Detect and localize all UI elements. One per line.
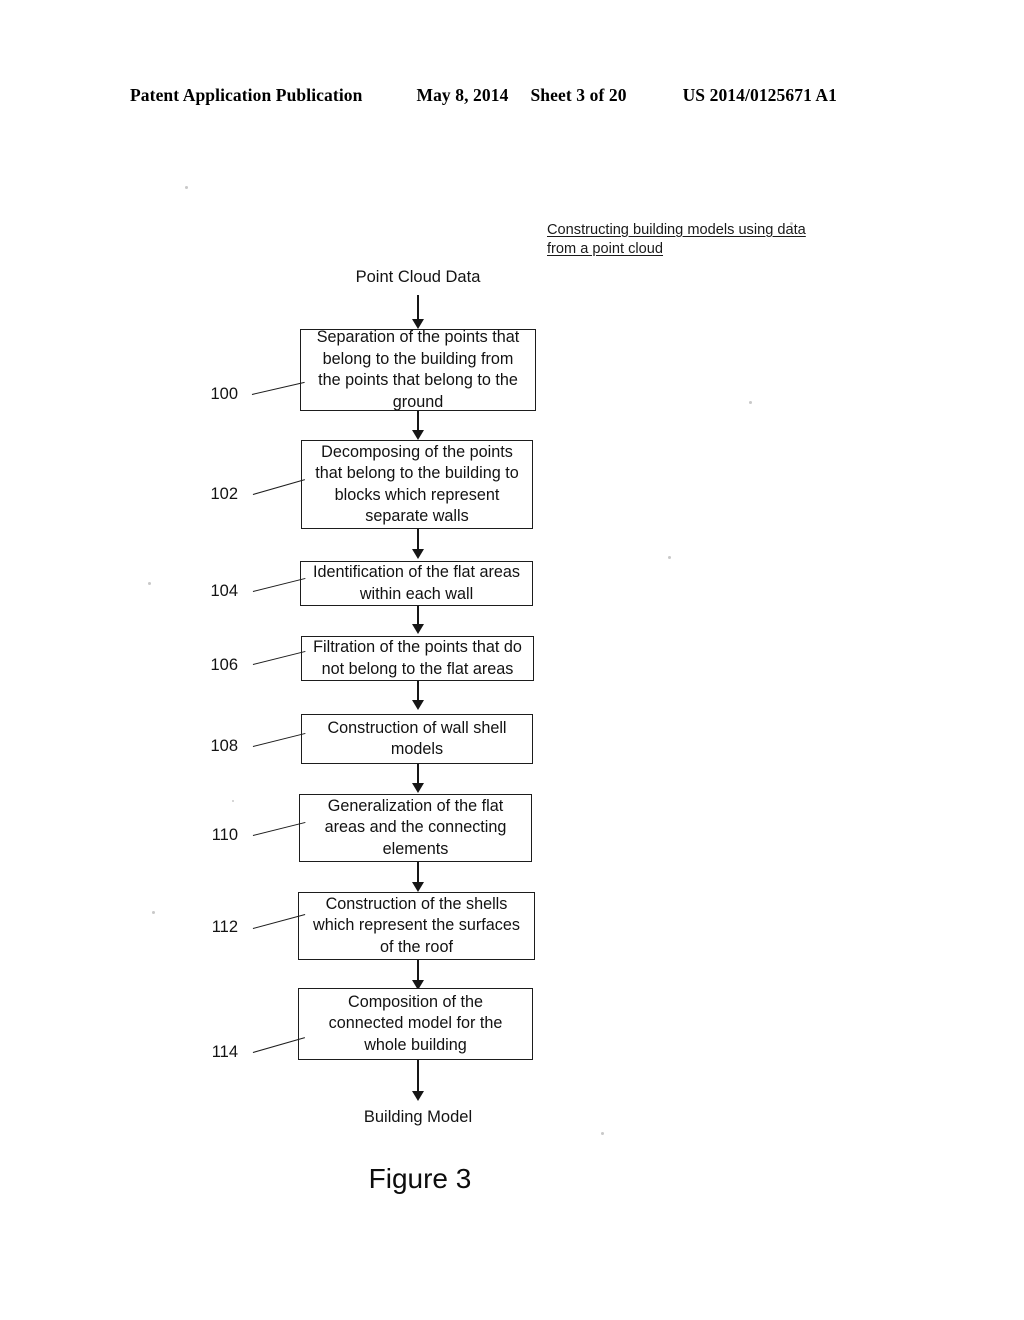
leader-line-100 <box>251 381 305 396</box>
flow-step-104[interactable]: Identification of the flat areas within … <box>300 561 533 606</box>
leader-line-104 <box>252 577 306 593</box>
arrow-step-102-to-step-104 <box>411 529 425 559</box>
flow-input-label: Point Cloud Data <box>355 268 481 286</box>
arrow-input-to-step-100 <box>411 295 425 329</box>
patent-number: US 2014/0125671 A1 <box>682 85 838 105</box>
arrow-step-110-to-step-112 <box>411 862 425 892</box>
flow-step-100[interactable]: Separation of the points that belong to … <box>300 328 536 411</box>
scan-speck <box>152 911 155 914</box>
flow-step-108[interactable]: Construction of wall shell models <box>301 714 533 764</box>
scan-speck <box>185 186 188 189</box>
scan-speck <box>148 582 151 585</box>
scan-speck <box>232 800 234 802</box>
reference-numeral-112: 112 <box>211 918 238 936</box>
flow-step-108-text: Construction of wall shell models <box>327 718 507 759</box>
flow-step-112-text: Construction of the shells which represe… <box>313 894 520 956</box>
reference-numeral-102: 102 <box>210 485 238 503</box>
patent-page-header: Patent Application Publication May 8, 20… <box>130 85 890 106</box>
arrow-step-104-to-step-106 <box>411 606 425 634</box>
flow-step-106-text: Filtration of the points that do not bel… <box>313 638 522 678</box>
publication-date: May 8, 2014 <box>416 85 509 105</box>
arrow-step-106-to-step-108 <box>411 681 425 710</box>
reference-numeral-106: 106 <box>210 656 238 674</box>
leader-line-106 <box>252 650 306 666</box>
figure-title-line-2: from a point cloud <box>547 241 664 257</box>
leader-line-102 <box>252 479 306 496</box>
arrow-step-112-to-step-114 <box>411 960 425 990</box>
figure-caption: Figure 3 <box>368 1163 472 1194</box>
leader-line-110 <box>252 821 306 837</box>
flow-step-114[interactable]: Composition of the connected model for t… <box>298 988 533 1060</box>
arrow-step-114-to-output <box>411 1060 425 1101</box>
publication-label: Patent Application Publication <box>130 85 363 105</box>
flow-step-102[interactable]: Decomposing of the points that belong to… <box>301 440 533 529</box>
reference-numeral-100: 100 <box>210 385 238 403</box>
sheet-number: Sheet 3 of 20 <box>530 85 627 105</box>
figure-title: Constructing building models using data … <box>547 221 857 259</box>
reference-numeral-114: 114 <box>211 1043 238 1061</box>
scan-speck <box>749 401 752 404</box>
flow-step-110-text: Generalization of the flat areas and the… <box>324 796 507 858</box>
figure-title-line-1: Constructing building models using data <box>547 222 806 238</box>
reference-numeral-108: 108 <box>210 737 238 755</box>
arrow-step-108-to-step-110 <box>411 764 425 793</box>
arrow-step-100-to-step-102 <box>411 411 425 440</box>
flow-step-100-text: Separation of the points that belong to … <box>316 328 520 411</box>
flow-step-102-text: Decomposing of the points that belong to… <box>315 442 519 526</box>
flow-step-106[interactable]: Filtration of the points that do not bel… <box>301 636 534 681</box>
flow-step-114-text: Composition of the connected model for t… <box>328 992 503 1054</box>
scan-speck <box>601 1132 604 1135</box>
flow-step-112[interactable]: Construction of the shells which represe… <box>298 892 535 960</box>
scan-speck <box>790 222 793 225</box>
flow-step-110[interactable]: Generalization of the flat areas and the… <box>299 794 532 862</box>
flow-output-label: Building Model <box>363 1108 473 1126</box>
flow-step-104-text: Identification of the flat areas within … <box>313 563 520 603</box>
reference-numeral-104: 104 <box>210 582 238 600</box>
scan-speck <box>668 556 671 559</box>
reference-numeral-110: 110 <box>211 826 238 844</box>
leader-line-108 <box>252 732 306 748</box>
